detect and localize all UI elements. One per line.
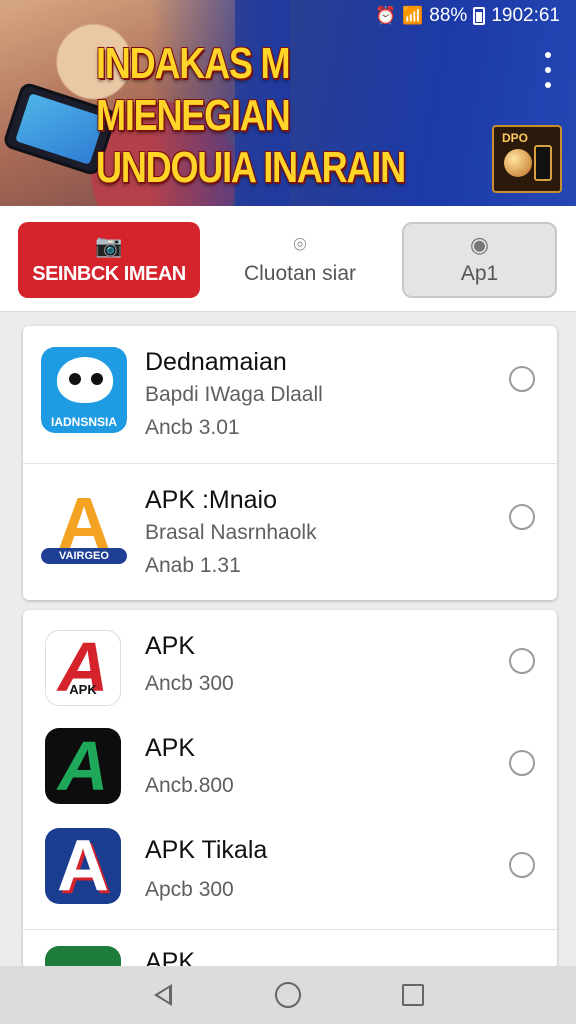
- list-item[interactable]: A APK APK Ancb 300: [23, 610, 557, 712]
- app-version: Ancb.800: [145, 774, 234, 797]
- app-list-card-1: IADNSNSIA Dednamaian Bapdi IWaga Dlaall …: [23, 326, 557, 600]
- app-developer: Brasal Nasrnhaolk: [145, 521, 317, 544]
- list-item[interactable]: A APK Tikala Apcb 300: [23, 814, 557, 930]
- recents-button[interactable]: [393, 975, 433, 1015]
- recents-icon: [402, 984, 425, 1006]
- tab-ap1[interactable]: ◉ Ap1: [402, 222, 557, 298]
- app-version: Anab 1.31: [145, 554, 241, 577]
- radio-button[interactable]: [509, 504, 535, 530]
- app-icon: A: [45, 828, 121, 904]
- tab-seinbck-imean[interactable]: 📷 SEINBCK IMEAN: [18, 222, 200, 298]
- banner-title-part1: INDAKAS M: [96, 39, 291, 88]
- overflow-menu-icon[interactable]: [542, 52, 554, 88]
- app-version: Ancb 300: [145, 672, 234, 695]
- camera-icon: 📷: [95, 232, 123, 258]
- app-icon-tag: VAIRGEO: [41, 548, 127, 564]
- user-icon: ◉: [469, 232, 490, 257]
- app-icon-tag: APK: [69, 682, 97, 697]
- tab-label: Cluotan siar: [243, 262, 357, 285]
- app-version: Ancb 3.01: [145, 416, 240, 439]
- list-item[interactable]: APK: [23, 930, 557, 970]
- back-icon: [153, 984, 172, 1006]
- app-icon: A VAIRGEO: [41, 484, 127, 570]
- promo-thumbnail[interactable]: DPO: [492, 125, 562, 193]
- app-developer: Bapdi IWaga Dlaall: [145, 383, 323, 406]
- back-button[interactable]: [143, 975, 183, 1015]
- app-name: APK: [145, 734, 196, 762]
- header-banner[interactable]: ⏰ 📶 88% 1902:61 INDAKAS M MIENEGIAN UNDO…: [0, 0, 576, 206]
- app-name: APK :Mnaio: [145, 486, 278, 514]
- home-button[interactable]: [268, 975, 308, 1015]
- tab-label: Ap1: [460, 262, 499, 285]
- promo-ball-image: [504, 149, 532, 177]
- tab-bar: 📷 SEINBCK IMEAN ⌾ Cluotan siar ◉ Ap1: [0, 206, 576, 312]
- app-version: Apcb 300: [145, 878, 234, 901]
- camera-outline-icon: ⌾: [293, 232, 307, 257]
- wifi-icon: 📶: [402, 6, 424, 25]
- home-icon: [274, 982, 301, 1008]
- tab-label: SEINBCK IMEAN: [32, 262, 186, 285]
- list-item[interactable]: A APK Ancb.800: [23, 712, 557, 814]
- radio-button[interactable]: [509, 852, 535, 878]
- status-bar: ⏰ 📶 88% 1902:61: [375, 4, 560, 28]
- app-icon: IADNSNSIA: [41, 347, 127, 433]
- promo-device-image: [534, 145, 552, 181]
- app-icon: A APK: [45, 630, 121, 706]
- app-name: APK: [145, 632, 196, 660]
- list-item[interactable]: A VAIRGEO APK :Mnaio Brasal Nasrnhaolk A…: [23, 464, 557, 600]
- app-name: APK Tikala: [145, 836, 268, 864]
- banner-title-part2: MIENEGIAN: [96, 91, 291, 140]
- alarm-icon: ⏰: [374, 6, 397, 25]
- app-name: Dednamaian: [145, 348, 287, 376]
- list-item[interactable]: IADNSNSIA Dednamaian Bapdi IWaga Dlaall …: [23, 326, 557, 464]
- promo-label: DPO: [502, 131, 529, 145]
- tab-cluotan-siar[interactable]: ⌾ Cluotan siar: [220, 222, 380, 298]
- radio-button[interactable]: [509, 366, 535, 392]
- radio-button[interactable]: [509, 750, 535, 776]
- battery-percent: 88%: [429, 5, 468, 26]
- battery-icon: [473, 7, 486, 25]
- app-list-card-2: A APK APK Ancb 300 A APK Ancb.800 A APK …: [23, 610, 557, 970]
- system-nav-bar: [0, 966, 576, 1024]
- radio-button[interactable]: [509, 648, 535, 674]
- clock: 1902:61: [491, 5, 560, 26]
- banner-title: INDAKAS M MIENEGIAN UNDOUIA INARAIN: [96, 38, 424, 194]
- app-icon: A: [45, 728, 121, 804]
- app-icon-tag: IADNSNSIA: [50, 415, 117, 429]
- banner-title-line2: UNDOUIA INARAIN: [96, 143, 406, 192]
